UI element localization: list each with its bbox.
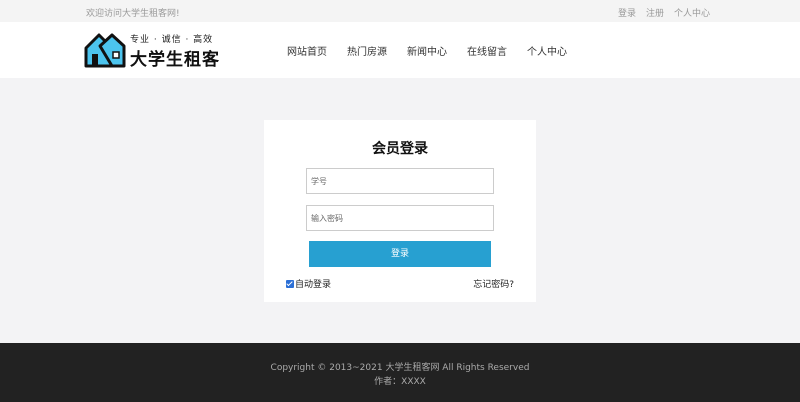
login-button[interactable]: 登录 (309, 241, 491, 267)
logo-slogan: 专业 · 诚信 · 高效 (130, 35, 214, 45)
site-logo[interactable]: 专业 · 诚信 · 高效 大学生租客 (84, 32, 234, 70)
nav-item-home[interactable]: 网站首页 (287, 43, 327, 58)
author-text: 作者：XXXX (374, 377, 426, 387)
site-header: 专业 · 诚信 · 高效 大学生租客 网站首页 热门房源 新闻中心 在线留言 个… (0, 22, 800, 78)
nav-item-profile[interactable]: 个人中心 (527, 43, 567, 58)
main-nav: 网站首页 热门房源 新闻中心 在线留言 个人中心 (287, 43, 567, 58)
login-panel: 会员登录 登录 自动登录 忘记密码? (264, 120, 536, 302)
auto-login-option[interactable]: 自动登录 (286, 277, 331, 290)
house-logo-icon (84, 33, 126, 68)
nav-item-messages[interactable]: 在线留言 (467, 43, 507, 58)
welcome-text: 欢迎访问大学生租客网! (86, 9, 180, 19)
nav-item-hot-listings[interactable]: 热门房源 (347, 43, 387, 58)
top-links: 登录 注册 个人中心 (618, 6, 710, 19)
password-input[interactable] (306, 205, 494, 231)
site-footer: Copyright © 2013~2021 大学生租客网 All Rights … (0, 343, 800, 402)
copyright-text: Copyright © 2013~2021 大学生租客网 All Rights … (270, 363, 530, 373)
logo-name: 大学生租客 (130, 50, 220, 70)
auto-login-checkbox[interactable] (286, 279, 294, 288)
login-title: 会员登录 (372, 141, 428, 157)
top-profile-link[interactable]: 个人中心 (674, 6, 710, 19)
auto-login-label: 自动登录 (295, 280, 332, 290)
forgot-password-link[interactable]: 忘记密码? (473, 277, 514, 290)
top-register-link[interactable]: 注册 (646, 6, 664, 19)
student-id-input[interactable] (306, 168, 494, 194)
nav-item-news[interactable]: 新闻中心 (407, 43, 447, 58)
top-bar: 欢迎访问大学生租客网! 登录 注册 个人中心 (0, 0, 800, 22)
top-login-link[interactable]: 登录 (618, 6, 636, 19)
